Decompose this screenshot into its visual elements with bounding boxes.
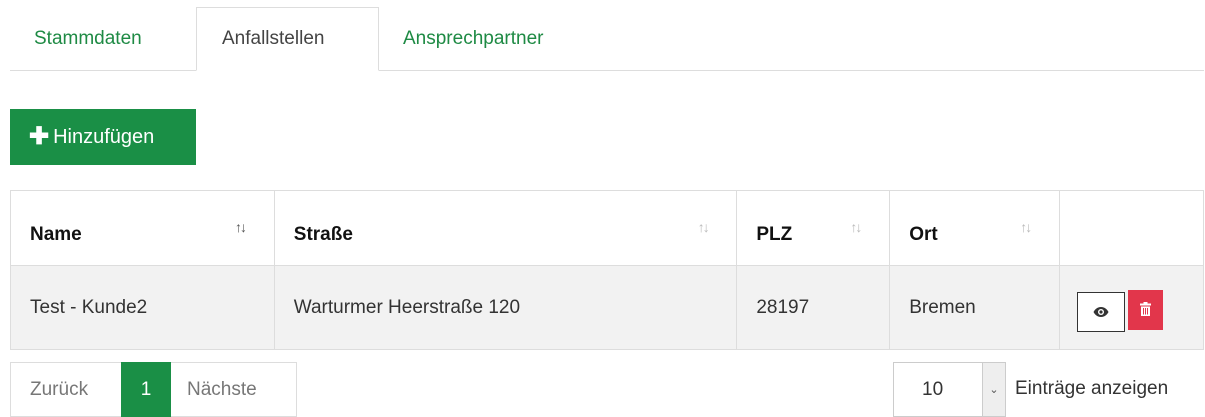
table-row: Test - Kunde2 Warturmer Heerstraße 120 2… [10,265,1204,350]
tab-ansprechpartner[interactable]: Ansprechpartner [379,7,567,70]
eye-icon [1093,306,1109,317]
column-header-name[interactable]: Name ↑↓ [10,190,275,266]
column-header-plz[interactable]: PLZ ↑↓ [736,190,891,266]
column-header-name-label: Name [30,224,82,245]
cell-plz: 28197 [736,265,891,350]
cell-name: Test - Kunde2 [10,265,275,350]
sort-icon[interactable]: ↑↓ [698,219,710,235]
column-header-plz-label: PLZ [756,224,793,245]
table-header-row: Name ↑↓ Straße ↑↓ PLZ ↑↓ Ort ↑↓ [10,190,1204,266]
pagination-page-1[interactable]: 1 [121,362,171,417]
column-header-strasse[interactable]: Straße ↑↓ [273,190,738,266]
pagination: Zurück 1 Nächste [10,362,297,417]
cell-actions [1059,265,1204,350]
column-header-actions [1059,190,1204,266]
cell-strasse: Warturmer Heerstraße 120 [273,265,738,350]
page-size-value: 10 [922,378,944,400]
page-size-label: Einträge anzeigen [1015,378,1169,399]
anfallstellen-table: Name ↑↓ Straße ↑↓ PLZ ↑↓ Ort ↑↓ Test - K… [10,190,1204,350]
pagination-next-button[interactable]: Nächste [171,362,297,417]
sort-icon[interactable]: ↑↓ [235,219,247,235]
cell-ort: Bremen [889,265,1061,350]
column-header-strasse-label: Straße [293,224,353,245]
column-header-ort-label: Ort [909,224,938,245]
add-button[interactable]: ✚ Hinzufügen [10,109,196,165]
tab-anfallstellen[interactable]: Anfallstellen [196,7,379,71]
column-header-ort[interactable]: Ort ↑↓ [889,190,1061,266]
sort-icon[interactable]: ↑↓ [1020,219,1032,235]
add-button-label: Hinzufügen [53,125,155,148]
sort-icon[interactable]: ↑↓ [850,219,862,235]
tab-bar: Stammdaten Anfallstellen Ansprechpartner [10,7,1204,71]
page-size-select[interactable]: 10 ⌄ [893,362,1006,417]
delete-button[interactable] [1128,289,1164,330]
view-button[interactable] [1077,291,1126,332]
tab-stammdaten[interactable]: Stammdaten [10,7,196,70]
pagination-prev-button[interactable]: Zurück [10,362,121,417]
plus-icon: ✚ [29,123,50,150]
chevron-down-icon[interactable]: ⌄ [982,363,1005,416]
trash-icon [1140,301,1152,316]
